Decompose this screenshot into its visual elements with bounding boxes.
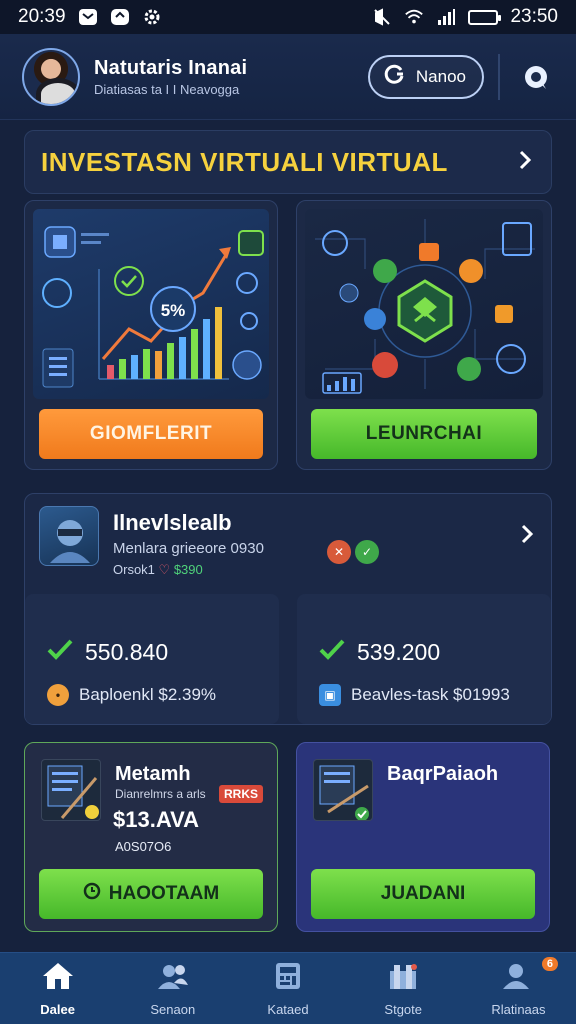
portfolio-meta: Orsok1 ♡ $390 <box>113 562 203 578</box>
chevron-right-icon[interactable] <box>517 522 537 551</box>
product-subtitle-1: Dianrelmrs a arls <box>115 787 206 801</box>
portfolio-tag-icons: ✕ ✓ <box>327 540 379 564</box>
product-thumbnail-1 <box>41 759 101 821</box>
product-cta-button-1[interactable]: HAOOTAAM <box>39 869 263 919</box>
user-name: Natutaris Inanai <box>94 56 248 79</box>
portfolio-panel: Ilnevlslealb Menlara grieeore 0930 Orsok… <box>24 493 552 725</box>
portfolio-meta-prefix: Orsok1 <box>113 562 155 577</box>
status-time-left: 20:39 <box>18 6 66 27</box>
status-bar: 20:39 23:50 <box>0 0 576 34</box>
product-price-1: $13.AVA <box>113 807 200 832</box>
banner[interactable]: INVESTASN VIRTUALI VIRTUAL <box>24 130 552 194</box>
stat-value-2: 539.200 <box>319 638 440 666</box>
check-icon <box>47 638 73 666</box>
growth-cta-button[interactable]: GIOMFLERIT <box>39 409 263 459</box>
check-icon <box>319 638 345 666</box>
mute-icon <box>372 7 392 27</box>
nav-item-profile[interactable]: 6 Rlatinaas <box>461 953 576 1024</box>
product-code-1: A0S07O6 <box>115 839 172 854</box>
store-icon <box>386 961 420 996</box>
product-cta-label-1: HAOOTAAM <box>108 883 220 904</box>
tag-green-icon: ✓ <box>355 540 379 564</box>
header-pill-label: Nanoo <box>415 66 466 86</box>
feature-card-network[interactable]: LEUNRCHAI <box>296 200 552 470</box>
portfolio-subtitle: Menlara grieeore 0930 <box>113 540 264 557</box>
header-divider <box>498 53 500 100</box>
battery-icon <box>468 9 502 25</box>
home-icon <box>41 961 75 996</box>
nav-label-calculator: Kataed <box>267 1001 309 1017</box>
header-pill-button[interactable]: Nanoo <box>367 54 484 99</box>
nav-label-people: Senaon <box>150 1001 196 1017</box>
product-card-2[interactable]: BaqrPaiaoh JUADANI <box>296 742 550 932</box>
product-title-2: BaqrPaiaoh <box>387 763 499 785</box>
mail-icon <box>78 7 98 27</box>
tag-red-icon: ✕ <box>327 540 351 564</box>
nav-item-people[interactable]: Senaon <box>115 953 230 1024</box>
profile-icon <box>501 961 535 996</box>
clock-icon <box>83 882 101 906</box>
stat-box-1: 550.840 • Baploenkl $2.39% <box>25 594 279 724</box>
calculator-icon <box>273 961 303 996</box>
stat-label-1-text: Baploenkl $2.39% <box>79 685 217 704</box>
feature-card-growth[interactable]: 5% GIOMFLERIT <box>24 200 278 470</box>
chat-notif-icon <box>110 7 130 27</box>
product-card-1[interactable]: Metamh Dianrelmrs a arls RRKS $13.AVA A0… <box>24 742 278 932</box>
wifi-icon <box>404 7 424 27</box>
heart-icon: ♡ <box>158 562 171 577</box>
stat-box-2: 539.200 ▣ Beavles-task $01993 <box>297 594 551 724</box>
settings-icon <box>142 7 162 27</box>
coin-icon: • <box>47 684 69 706</box>
product-cta-label-2: JUADANI <box>380 883 466 904</box>
user-subtitle: Diatiasas ta I I Neavogga <box>94 81 240 97</box>
stat-label-2-text: Beavles-task $01993 <box>351 685 510 704</box>
stat-label-1: • Baploenkl $2.39% <box>47 684 216 706</box>
app-header: Natutaris Inanai Diatiasas ta I I Neavog… <box>0 34 576 120</box>
chat-bubble-icon <box>525 65 547 89</box>
signal-icon <box>436 7 456 27</box>
chat-button[interactable] <box>518 59 554 95</box>
nav-item-store[interactable]: Stgote <box>346 953 461 1024</box>
wallet-icon: ▣ <box>319 684 341 706</box>
banner-title: INVESTASN VIRTUALI VIRTUAL <box>41 146 448 177</box>
avatar[interactable] <box>22 47 80 106</box>
people-icon <box>156 961 190 996</box>
svg-text:5%: 5% <box>161 301 186 320</box>
chevron-right-icon <box>515 148 535 177</box>
portfolio-title: Ilnevlslealb <box>113 510 232 535</box>
growth-chart-illustration: 5% <box>33 209 269 399</box>
bottom-nav: Dalee Senaon Kataed Stgote 6 Rlatinaas <box>0 952 576 1024</box>
user-info: Natutaris Inanai Diatiasas ta I I Neavog… <box>94 57 247 97</box>
nav-label-home: Dalee <box>40 1001 75 1017</box>
nav-item-home[interactable]: Dalee <box>0 953 115 1024</box>
stat-label-2: ▣ Beavles-task $01993 <box>319 684 510 706</box>
nav-label-profile: Rlatinaas <box>491 1001 546 1017</box>
nav-item-calculator[interactable]: Kataed <box>230 953 345 1024</box>
stat-value-1: 550.840 <box>47 638 168 666</box>
refresh-icon <box>382 62 406 91</box>
stat-value-2-text: 539.200 <box>357 638 441 665</box>
network-illustration <box>305 209 543 399</box>
portfolio-meta-value: $390 <box>173 562 203 577</box>
nav-label-store: Stgote <box>384 1001 422 1017</box>
profile-notification-badge: 6 <box>541 957 559 971</box>
status-time-right: 23:50 <box>510 6 558 27</box>
product-thumbnail-2 <box>313 759 373 821</box>
product-badge-1: RRKS <box>218 785 263 803</box>
product-title-1: Metamh <box>115 763 191 785</box>
product-cta-button-2[interactable]: JUADANI <box>311 869 535 919</box>
portfolio-thumbnail <box>39 506 99 566</box>
stat-value-1-text: 550.840 <box>85 638 169 665</box>
network-cta-button[interactable]: LEUNRCHAI <box>311 409 537 459</box>
